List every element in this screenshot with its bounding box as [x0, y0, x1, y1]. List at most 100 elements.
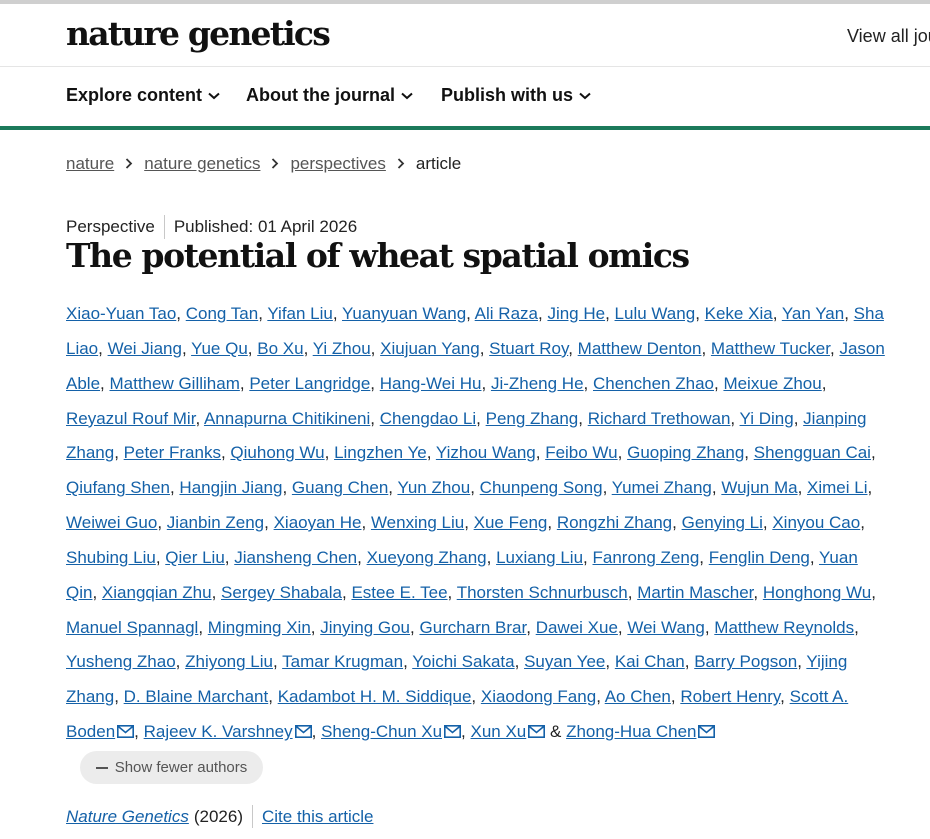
nav-explore-content[interactable]: Explore content	[66, 85, 220, 106]
author-link[interactable]: Jason	[839, 339, 884, 358]
author-link[interactable]: Yusheng Zhao	[66, 652, 176, 671]
author-link[interactable]: Wei Wang	[627, 618, 704, 637]
author-link[interactable]: Wenxing Liu	[371, 513, 464, 532]
author-link[interactable]: Yue Qu	[191, 339, 248, 358]
author-link[interactable]: Yizhou Wang	[436, 443, 536, 462]
author-link[interactable]: Qiuhong Wu	[230, 443, 324, 462]
author-link[interactable]: Yijing	[806, 652, 847, 671]
author-link[interactable]: Estee E. Tee	[351, 583, 447, 602]
breadcrumb-perspectives[interactable]: perspectives	[290, 154, 385, 174]
view-all-journals-link[interactable]: View all jou	[847, 26, 930, 47]
author-link[interactable]: Lulu Wang	[615, 304, 696, 323]
author-link[interactable]: Scott A.	[790, 687, 849, 706]
author-link[interactable]: Peng Zhang	[486, 409, 579, 428]
author-link[interactable]: Weiwei Guo	[66, 513, 157, 532]
author-link[interactable]: Wujun Ma	[721, 478, 797, 497]
author-link[interactable]: Zhang	[66, 687, 114, 706]
author-link[interactable]: Matthew Tucker	[711, 339, 830, 358]
author-link[interactable]: Xiao-Yuan Tao	[66, 304, 176, 323]
author-link[interactable]: Ximei Li	[807, 478, 867, 497]
author-link[interactable]: Suyan Yee	[524, 652, 605, 671]
author-link[interactable]: Yuanyuan Wang	[342, 304, 466, 323]
author-link[interactable]: Yoichi Sakata	[412, 652, 514, 671]
journal-link[interactable]: Nature Genetics	[66, 807, 189, 827]
author-link[interactable]: Yuan	[819, 548, 858, 567]
author-link[interactable]: Manuel Spannagl	[66, 618, 198, 637]
author-link[interactable]: Hangjin Jiang	[179, 478, 282, 497]
author-link[interactable]: Liao	[66, 339, 98, 358]
author-link[interactable]: Xinyou Cao	[772, 513, 860, 532]
author-link[interactable]: Richard Trethowan	[588, 409, 731, 428]
author-link[interactable]: Peter Langridge	[249, 374, 370, 393]
author-link[interactable]: Cong Tan	[186, 304, 258, 323]
author-link[interactable]: Thorsten Schnurbusch	[457, 583, 628, 602]
author-link[interactable]: Rajeev K. Varshney	[144, 722, 293, 741]
author-link[interactable]: Xiaoyan He	[274, 513, 362, 532]
author-link[interactable]: Zhang	[66, 443, 114, 462]
author-link[interactable]: Sha	[854, 304, 884, 323]
author-link[interactable]: Jing He	[547, 304, 605, 323]
cite-this-article-link[interactable]: Cite this article	[262, 807, 373, 827]
author-link[interactable]: Xue Feng	[474, 513, 548, 532]
author-link[interactable]: Meixue Zhou	[723, 374, 821, 393]
author-link[interactable]: Honghong Wu	[763, 583, 871, 602]
author-link[interactable]: Zhiyong Liu	[185, 652, 273, 671]
author-link[interactable]: Tamar Krugman	[282, 652, 403, 671]
author-link[interactable]: Xiujuan Yang	[380, 339, 480, 358]
author-link[interactable]: Barry Pogson	[694, 652, 797, 671]
author-link[interactable]: Yun Zhou	[397, 478, 470, 497]
author-link[interactable]: Able	[66, 374, 100, 393]
author-link[interactable]: Sheng-Chun Xu	[321, 722, 442, 741]
email-icon[interactable]	[294, 725, 312, 739]
author-link[interactable]: Matthew Denton	[578, 339, 702, 358]
author-link[interactable]: Robert Henry	[680, 687, 780, 706]
author-link[interactable]: Yan Yan	[782, 304, 844, 323]
show-fewer-authors-button[interactable]: Show fewer authors	[80, 751, 263, 784]
author-link[interactable]: Stuart Roy	[489, 339, 568, 358]
author-link[interactable]: Mingming Xin	[208, 618, 311, 637]
author-link[interactable]: Shubing Liu	[66, 548, 156, 567]
email-icon[interactable]	[528, 725, 546, 739]
breadcrumb-nature[interactable]: nature	[66, 154, 114, 174]
author-link[interactable]: Qiufang Shen	[66, 478, 170, 497]
author-link[interactable]: Annapurna Chitikineni	[204, 409, 370, 428]
author-link[interactable]: Qier Liu	[165, 548, 225, 567]
nav-publish-with-us[interactable]: Publish with us	[441, 85, 591, 106]
author-link[interactable]: Luxiang Liu	[496, 548, 583, 567]
breadcrumb-nature-genetics[interactable]: nature genetics	[144, 154, 260, 174]
author-link[interactable]: Qin	[66, 583, 92, 602]
author-link[interactable]: Xiangqian Zhu	[102, 583, 212, 602]
author-link[interactable]: Chengdao Li	[380, 409, 476, 428]
author-link[interactable]: Shengguan Cai	[754, 443, 871, 462]
author-link[interactable]: Bo Xu	[257, 339, 303, 358]
author-link[interactable]: Matthew Reynolds	[714, 618, 854, 637]
author-link[interactable]: Reyazul Rouf Mir	[66, 409, 195, 428]
author-link[interactable]: Guoping Zhang	[627, 443, 744, 462]
author-link[interactable]: Jianping	[803, 409, 866, 428]
author-link[interactable]: Kadambot H. M. Siddique	[278, 687, 472, 706]
author-link[interactable]: Hang-Wei Hu	[380, 374, 482, 393]
author-link[interactable]: Jinying Gou	[320, 618, 410, 637]
email-icon[interactable]	[444, 725, 462, 739]
email-icon[interactable]	[698, 725, 716, 739]
author-link[interactable]: Peter Franks	[124, 443, 221, 462]
author-link[interactable]: Keke Xia	[705, 304, 773, 323]
author-link[interactable]: Ao Chen	[605, 687, 671, 706]
author-link[interactable]: Fenglin Deng	[709, 548, 810, 567]
author-link[interactable]: Matthew Gilliham	[109, 374, 239, 393]
author-link[interactable]: D. Blaine Marchant	[124, 687, 269, 706]
author-link[interactable]: Xiaodong Fang	[481, 687, 596, 706]
author-link[interactable]: Kai Chan	[615, 652, 685, 671]
author-link[interactable]: Gurcharn Brar	[419, 618, 526, 637]
author-link[interactable]: Wei Jiang	[108, 339, 182, 358]
author-link[interactable]: Yumei Zhang	[612, 478, 712, 497]
nav-about-journal[interactable]: About the journal	[246, 85, 413, 106]
author-link[interactable]: Rongzhi Zhang	[557, 513, 672, 532]
author-link[interactable]: Chenchen Zhao	[593, 374, 714, 393]
author-link[interactable]: Sergey Shabala	[221, 583, 342, 602]
author-link[interactable]: Jiansheng Chen	[234, 548, 357, 567]
author-link[interactable]: Ji-Zheng He	[491, 374, 584, 393]
author-link[interactable]: Fanrong Zeng	[593, 548, 700, 567]
author-link[interactable]: Ali Raza	[475, 304, 538, 323]
author-link[interactable]: Xueyong Zhang	[367, 548, 487, 567]
